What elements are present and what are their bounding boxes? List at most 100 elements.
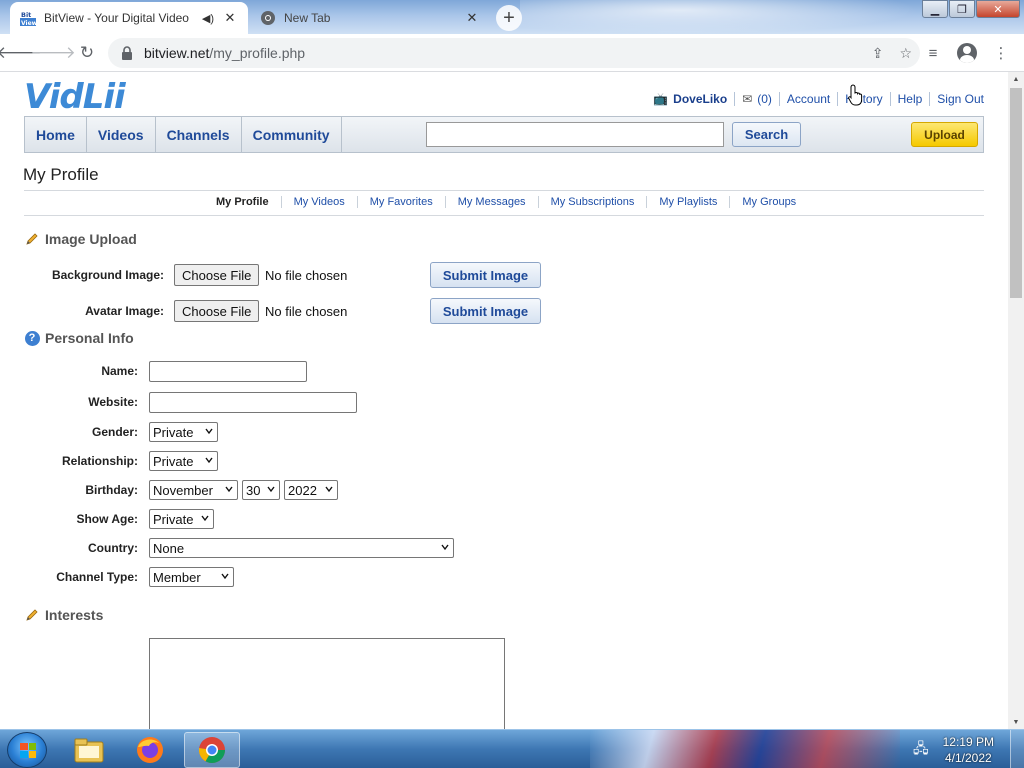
- subnav-my-playlists[interactable]: My Playlists: [646, 196, 729, 208]
- close-tab-icon[interactable]: ✕: [464, 10, 480, 26]
- nav-channels[interactable]: Channels: [156, 117, 242, 152]
- chevron-down-icon: [205, 457, 213, 464]
- show-desktop-button[interactable]: [1010, 730, 1024, 768]
- clock[interactable]: 12:19 PM 4/1/2022: [943, 734, 994, 766]
- account-link[interactable]: Account: [787, 92, 830, 106]
- birthday-year-select[interactable]: 2022: [284, 480, 338, 500]
- subnav-my-videos[interactable]: My Videos: [280, 196, 357, 208]
- speaker-icon[interactable]: ◀): [202, 12, 214, 25]
- interests-textarea[interactable]: [149, 638, 505, 729]
- start-button[interactable]: [7, 732, 47, 768]
- tab-title: BitView - Your Digital Video: [44, 11, 189, 25]
- pencil-icon: [24, 607, 40, 623]
- name-field[interactable]: [149, 361, 307, 382]
- scrollbar-thumb[interactable]: [1010, 88, 1022, 298]
- windows-logo-icon: [20, 743, 36, 758]
- tab-new-tab[interactable]: New Tab ✕: [250, 2, 490, 34]
- channel-type-select[interactable]: Member: [149, 567, 234, 587]
- close-tab-icon[interactable]: ✕: [222, 10, 238, 26]
- personal-info-heading: ? Personal Info: [24, 330, 134, 346]
- main-nav: Home Videos Channels Community Search Up…: [24, 116, 984, 153]
- page-scrollbar[interactable]: ▲ ▼: [1008, 72, 1024, 729]
- share-icon[interactable]: ⇪: [872, 45, 884, 62]
- system-tray: 🖧 12:19 PM 4/1/2022: [913, 730, 1024, 768]
- network-icon[interactable]: 🖧: [913, 738, 929, 762]
- search-input[interactable]: [426, 122, 724, 147]
- windows-explorer-icon[interactable]: [61, 732, 117, 768]
- restore-icon[interactable]: ❐: [949, 0, 975, 18]
- show-age-label: Show Age:: [76, 512, 138, 526]
- nav-videos[interactable]: Videos: [87, 117, 156, 152]
- chevron-down-icon: [267, 486, 275, 493]
- chrome-icon[interactable]: [184, 732, 240, 768]
- tab-bitview[interactable]: Bit View BitView - Your Digital Video ◀) …: [10, 2, 248, 34]
- birthday-label: Birthday:: [85, 483, 138, 497]
- reading-list-icon[interactable]: ≡: [922, 38, 944, 68]
- avatar-image-label: Avatar Image:: [85, 304, 164, 318]
- avatar-file-status: No file chosen: [265, 304, 348, 319]
- bookmark-star-icon[interactable]: ☆: [899, 45, 912, 62]
- minimize-icon[interactable]: ▁: [922, 0, 948, 18]
- profile-icon[interactable]: [956, 38, 978, 68]
- pencil-icon: [24, 231, 40, 247]
- sign-out-link[interactable]: Sign Out: [937, 92, 984, 106]
- image-upload-heading: Image Upload: [24, 231, 137, 247]
- background-submit-button[interactable]: Submit Image: [430, 262, 541, 288]
- scroll-down-icon[interactable]: ▼: [1008, 715, 1024, 729]
- country-select[interactable]: None: [149, 538, 454, 558]
- reload-icon[interactable]: ↻: [72, 38, 102, 68]
- subnav-my-messages[interactable]: My Messages: [444, 196, 538, 208]
- avatar-choose-file-button[interactable]: Choose File: [174, 300, 260, 322]
- divider: [24, 190, 984, 191]
- bitview-favicon: Bit View: [20, 10, 36, 26]
- svg-text:View: View: [21, 20, 36, 26]
- gender-label: Gender:: [91, 425, 138, 439]
- website-label: Website:: [88, 395, 138, 409]
- background-file-status: No file chosen: [265, 268, 348, 283]
- birthday-day-select[interactable]: 30: [242, 480, 280, 500]
- url-path: /my_profile.php: [209, 45, 306, 61]
- address-bar[interactable]: bitview.net/my_profile.php ⇪ ☆: [108, 38, 920, 68]
- background-choose-file-button[interactable]: Choose File: [174, 264, 260, 286]
- profile-subnav: My Profile My Videos My Favorites My Mes…: [204, 196, 808, 208]
- page-viewport: VidLii 📺 DoveLiko ✉ (0) Account History …: [0, 72, 1008, 729]
- website-field[interactable]: [149, 392, 357, 413]
- channel-type-label: Channel Type:: [56, 570, 138, 584]
- chevron-down-icon: [325, 486, 333, 493]
- menu-kebab-icon[interactable]: ⋮: [990, 38, 1012, 68]
- nav-community[interactable]: Community: [242, 117, 342, 152]
- avatar-submit-button[interactable]: Submit Image: [430, 298, 541, 324]
- site-logo[interactable]: VidLii: [24, 77, 126, 117]
- forward-icon[interactable]: 🡒: [30, 38, 76, 68]
- country-label: Country:: [88, 541, 138, 555]
- mail-icon: ✉: [742, 92, 753, 106]
- gender-select[interactable]: Private: [149, 422, 218, 442]
- hand-cursor-icon: [848, 84, 863, 106]
- subnav-my-favorites[interactable]: My Favorites: [356, 196, 445, 208]
- relationship-select[interactable]: Private: [149, 451, 218, 471]
- search-button[interactable]: Search: [732, 122, 801, 147]
- subnav-my-subscriptions[interactable]: My Subscriptions: [537, 196, 647, 208]
- new-tab-button[interactable]: +: [496, 5, 522, 31]
- close-window-icon[interactable]: ✕: [976, 0, 1020, 18]
- nav-home[interactable]: Home: [25, 117, 87, 152]
- page-title: My Profile: [23, 165, 99, 184]
- upload-button[interactable]: Upload: [911, 122, 978, 147]
- subnav-my-profile[interactable]: My Profile: [204, 196, 281, 208]
- svg-text:Bit: Bit: [21, 11, 31, 19]
- tab-strip: Bit View BitView - Your Digital Video ◀) …: [0, 0, 1024, 34]
- subnav-my-groups[interactable]: My Groups: [729, 196, 808, 208]
- messages-count-link[interactable]: (0): [757, 92, 772, 106]
- tab-title: New Tab: [284, 11, 331, 25]
- divider: [24, 215, 984, 216]
- url-host: bitview.net: [144, 45, 210, 61]
- firefox-icon[interactable]: [122, 732, 178, 768]
- chevron-down-icon: [221, 573, 229, 580]
- relationship-label: Relationship:: [61, 454, 138, 468]
- username-link[interactable]: DoveLiko: [673, 92, 727, 106]
- show-age-select[interactable]: Private: [149, 509, 214, 529]
- birthday-month-select[interactable]: November: [149, 480, 238, 500]
- scroll-up-icon[interactable]: ▲: [1008, 72, 1024, 86]
- help-link[interactable]: Help: [898, 92, 923, 106]
- chevron-down-icon: [225, 486, 233, 493]
